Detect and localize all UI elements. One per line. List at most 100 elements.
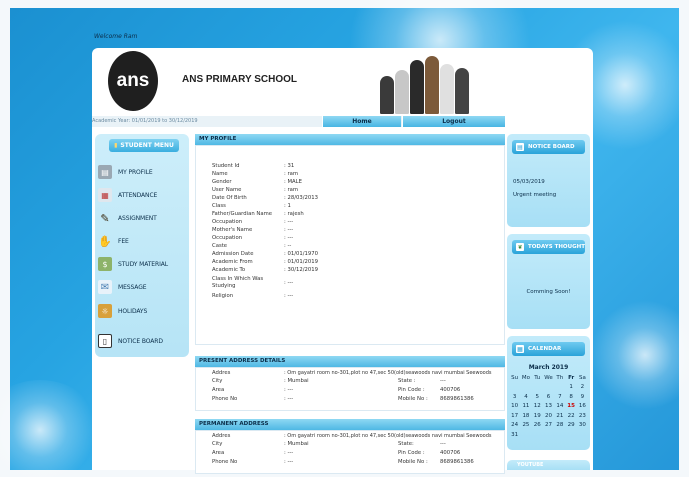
calendar-week: 10 11 12 13 14 15 16 (509, 402, 589, 412)
calendar-day[interactable]: 11 (520, 403, 531, 409)
notice-icon: ▤ (516, 143, 524, 151)
city-label: City (212, 441, 223, 447)
area-label: Area (212, 450, 225, 456)
address-label: Addres (212, 433, 231, 439)
field-value: : 01/01/1970 (284, 251, 318, 257)
academic-year: Academic Year: 01/01/2019 to 30/12/2019 (92, 118, 198, 124)
calendar-day[interactable]: 13 (543, 403, 554, 409)
student-menu-header: ▮ STUDENT MENU (109, 139, 179, 152)
sidebar-item-message[interactable]: ✉ MESSAGE (95, 278, 189, 296)
field-value: : --- (284, 235, 294, 241)
calendar-day[interactable]: 24 (509, 422, 520, 428)
mobile-value: 8689861386 (440, 396, 474, 402)
field-label: Admission Date (212, 251, 254, 257)
calendar-day[interactable]: 31 (509, 432, 520, 438)
nav-spacer (505, 116, 593, 127)
calendar-day[interactable]: 12 (532, 403, 543, 409)
weekday-label: We (544, 374, 553, 381)
calendar-icon: ▦ (516, 345, 524, 353)
calendar-day[interactable]: 19 (532, 413, 543, 419)
calendar-weekdays: Su Mo Tu We Th Fr Sa (509, 373, 589, 383)
field-label: Name (212, 171, 228, 177)
notice-board-header[interactable]: ▤ NOTICE BOARD (512, 140, 585, 154)
todays-thought-header: ❦ TODAYS THOUGHT (512, 240, 585, 254)
welcome-text: Welcome Ram (94, 33, 138, 40)
calendar-day[interactable]: 7 (554, 394, 565, 400)
sidebar-item-fee[interactable]: ✋ FEE (95, 232, 189, 250)
calendar-day[interactable]: 5 (532, 394, 543, 400)
present-address-details: Addres : Om gayatri room no-301,plot no … (195, 367, 505, 411)
sidebar-item-holidays[interactable]: ☼ HOLIDAYS (95, 302, 189, 320)
home-button[interactable]: Home (322, 116, 401, 127)
field-label: Academic To (212, 267, 246, 273)
profile-icon: ▤ (98, 165, 112, 179)
calendar-day[interactable]: 20 (543, 413, 554, 419)
field-label: Studying (212, 283, 236, 289)
calendar-day[interactable]: 21 (554, 413, 565, 419)
weekday-label: Th (556, 374, 564, 381)
sidebar-item-notice-board[interactable]: ▯ NOTICE BOARD (95, 332, 189, 350)
logout-button[interactable]: Logout (402, 116, 505, 127)
field-label: Class In Which Was (212, 276, 264, 282)
calendar-day[interactable]: 22 (565, 413, 576, 419)
calendar-day[interactable]: 17 (509, 413, 520, 419)
clipboard-icon: ▯ (98, 334, 112, 348)
calendar-day[interactable]: 28 (554, 422, 565, 428)
field-label: Mother's Name (212, 227, 253, 233)
phone-label: Phone No (212, 459, 238, 465)
calendar-day[interactable]: 30 (577, 422, 588, 428)
present-address-header: PRESENT ADDRESS DETAILS (195, 356, 505, 367)
calendar-day[interactable]: 8 (565, 394, 576, 400)
address-value: : Om gayatri room no-301,plot no 47,sec … (284, 370, 492, 376)
field-label: User Name (212, 187, 242, 193)
field-label: Caste (212, 243, 228, 249)
background-burst (0, 380, 100, 477)
calendar-grid: Su Mo Tu We Th Fr Sa 1 2 3 4 5 6 7 8 9 1… (509, 373, 589, 440)
calendar-day[interactable]: 26 (532, 422, 543, 428)
field-label: Occupation (212, 235, 243, 241)
calendar-week: 31 (509, 430, 589, 440)
field-value: : 28/03/2013 (284, 195, 318, 201)
field-label: Date Of Birth (212, 195, 247, 201)
field-value: : ram (284, 187, 299, 193)
field-value: : 31 (284, 163, 295, 169)
todays-thought-panel: ❦ TODAYS THOUGHT Comming Soon! (507, 234, 590, 329)
calendar-day[interactable]: 9 (577, 394, 588, 400)
nav-bar: Academic Year: 01/01/2019 to 30/12/2019 … (92, 116, 505, 127)
sidebar-item-label: FEE (118, 237, 129, 245)
calendar-day[interactable]: 10 (509, 403, 520, 409)
sidebar-item-label: STUDY MATERIAL (118, 260, 168, 268)
calendar-day[interactable]: 25 (520, 422, 531, 428)
sidebar-item-attendance[interactable]: ▦ ATTENDANCE (95, 186, 189, 204)
calendar-day[interactable]: 2 (577, 384, 588, 390)
weekday-label: Fr (568, 374, 575, 381)
notice-text[interactable]: Urgent meeting (513, 192, 556, 198)
calendar-day[interactable]: 6 (543, 394, 554, 400)
field-label: Class (212, 203, 226, 209)
calendar-day[interactable]: 14 (554, 403, 565, 409)
leaf-icon: ❦ (516, 243, 524, 251)
address-label: Addres (212, 370, 231, 376)
calendar-day[interactable]: 1 (565, 384, 576, 390)
calendar-day[interactable]: 18 (520, 413, 531, 419)
calendar-day[interactable]: 27 (543, 422, 554, 428)
calendar-header: ▦ CALENDAR (512, 342, 585, 356)
students-photo (380, 52, 480, 114)
calendar-day[interactable]: 16 (577, 403, 588, 409)
sidebar-item-my-profile[interactable]: ▤ MY PROFILE (95, 163, 189, 181)
sidebar-item-assignment[interactable]: ✎ ASSIGNMENT (95, 209, 189, 227)
city-value: : Mumbai (284, 441, 309, 447)
calendar-day[interactable]: 4 (520, 394, 531, 400)
city-label: City (212, 378, 223, 384)
pin-label: Pin Code : (398, 387, 425, 393)
sidebar-item-study-material[interactable]: $ STUDY MATERIAL (95, 255, 189, 273)
calendar-day-today[interactable]: 15 (565, 403, 576, 409)
calendar-day[interactable]: 23 (577, 413, 588, 419)
profile-details: Student Id : 31 Name : ram Gender : MALE… (195, 145, 505, 345)
mobile-label: Mobile No : (398, 459, 428, 465)
pin-value: 400706 (440, 450, 461, 456)
field-label: Gender (212, 179, 232, 185)
calendar-day[interactable]: 3 (509, 394, 520, 400)
calendar-day[interactable]: 29 (565, 422, 576, 428)
calendar-panel: ▦ CALENDAR March 2019 Su Mo Tu We Th Fr … (507, 336, 590, 450)
